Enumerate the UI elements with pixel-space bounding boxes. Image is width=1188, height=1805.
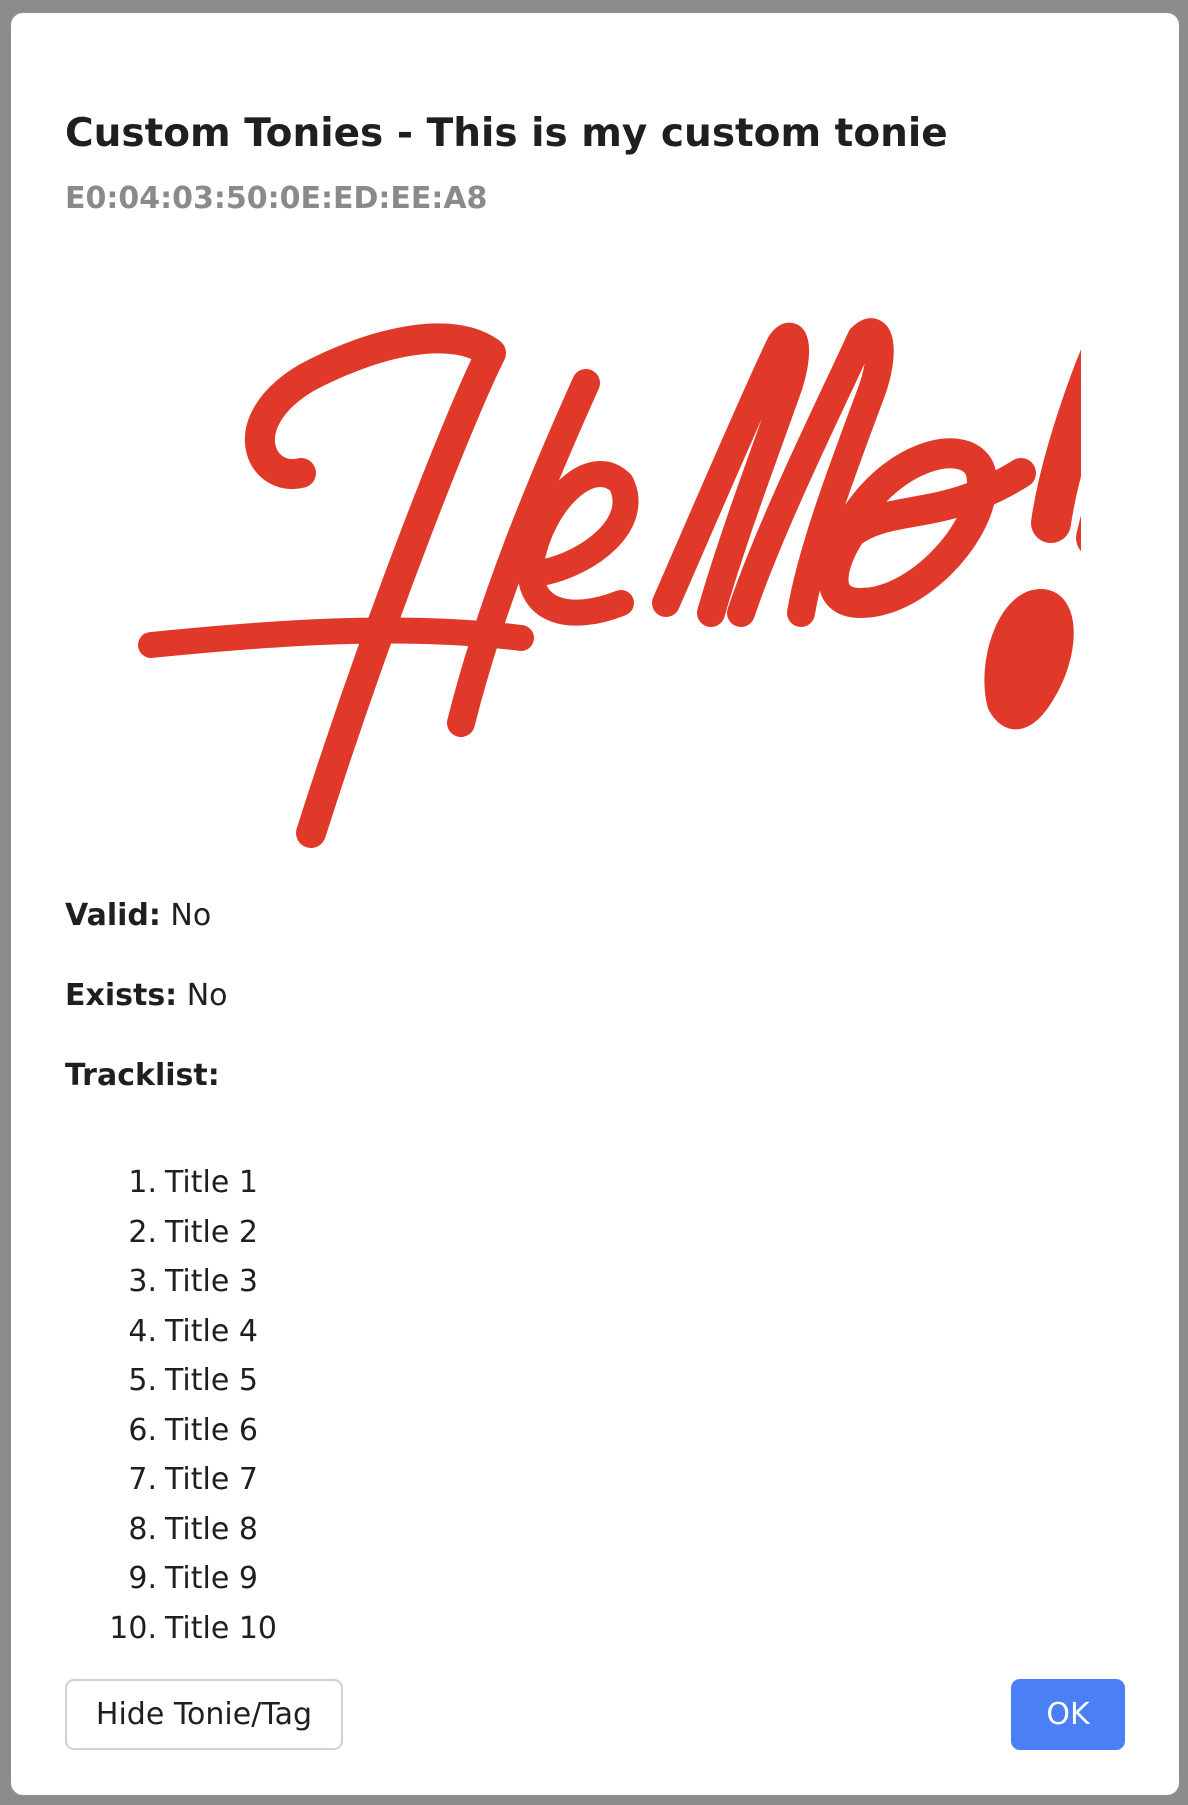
track-title: Title 8 [165,1511,258,1547]
track-number: 10. [109,1610,157,1646]
track-number: 5. [128,1363,157,1398]
tracklist-label: Tracklist: [65,1058,220,1093]
exists-row: Exists: No [65,978,228,1014]
valid-label: Valid: [65,898,161,933]
exists-value: No [186,978,228,1013]
valid-value: No [170,898,212,933]
track-number: 1. [128,1165,157,1200]
track-title: Title 5 [165,1363,258,1398]
track-title: Title 7 [165,1462,258,1497]
track-number: 8. [128,1511,157,1547]
track-title: Title 1 [165,1165,258,1200]
tracklist-heading: Tracklist: [65,1058,220,1094]
ok-button[interactable]: OK [1011,1679,1125,1750]
track-number: 3. [128,1264,157,1299]
modal-title: Custom Tonies - This is my custom tonie [65,111,948,156]
track-number: 9. [128,1561,157,1596]
track-title: Title 4 [165,1313,258,1349]
track-title: Title 10 [165,1610,278,1646]
track-number: 4. [128,1313,157,1349]
tag-uid: E0:04:03:50:0E:ED:EE:A8 [65,181,488,216]
tonie-image [138,318,1081,848]
track-title: Title 6 [165,1412,258,1448]
track-title: Title 9 [165,1561,258,1596]
track-number: 2. [128,1214,157,1250]
track-title: Title 2 [165,1214,258,1250]
tonie-detail-modal: Custom Tonies - This is my custom tonie … [11,13,1179,1795]
hide-tonie-tag-button[interactable]: Hide Tonie/Tag [65,1679,343,1750]
track-title: Title 3 [165,1264,258,1299]
track-number: 6. [128,1412,157,1448]
valid-row: Valid: No [65,898,211,934]
track-number: 7. [128,1462,157,1497]
exists-label: Exists: [65,978,178,1013]
